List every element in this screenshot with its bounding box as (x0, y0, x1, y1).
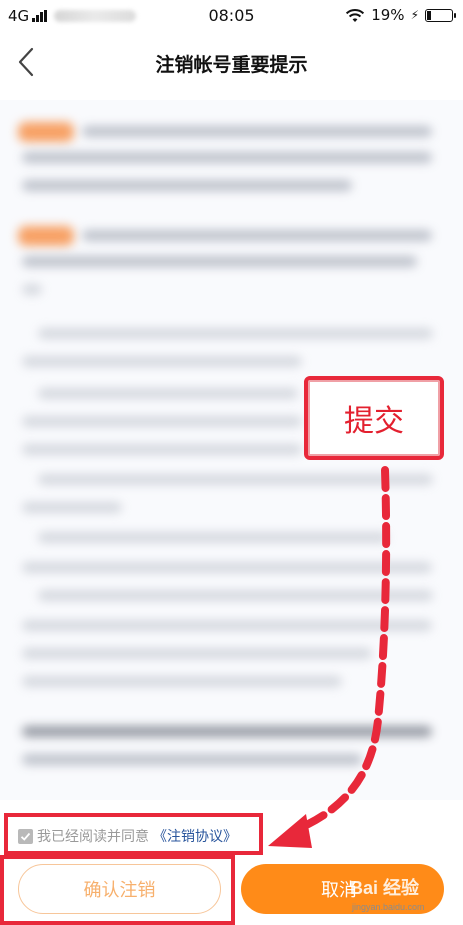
watermark-url: jingyan.baidu.com (352, 902, 425, 912)
baidu-jingyan-watermark: Bai 经验 jingyan.baidu.com (336, 872, 460, 922)
annotation-arrow (268, 466, 391, 848)
agreement-row: 我已经阅读并同意 《注销协议》 (18, 826, 237, 846)
agreement-checkbox[interactable] (18, 828, 33, 844)
annotation-label: 提交 (344, 404, 404, 439)
arrow-head (268, 814, 312, 848)
confirm-cancellation-button[interactable]: 确认注销 (18, 864, 221, 914)
annotation-box: 提交 (304, 376, 444, 460)
agreement-link[interactable]: 《注销协议》 (153, 826, 237, 846)
watermark-brand: Bai 经验 (350, 878, 420, 898)
check-icon (20, 832, 31, 841)
agreement-text: 我已经阅读并同意 (37, 829, 149, 845)
